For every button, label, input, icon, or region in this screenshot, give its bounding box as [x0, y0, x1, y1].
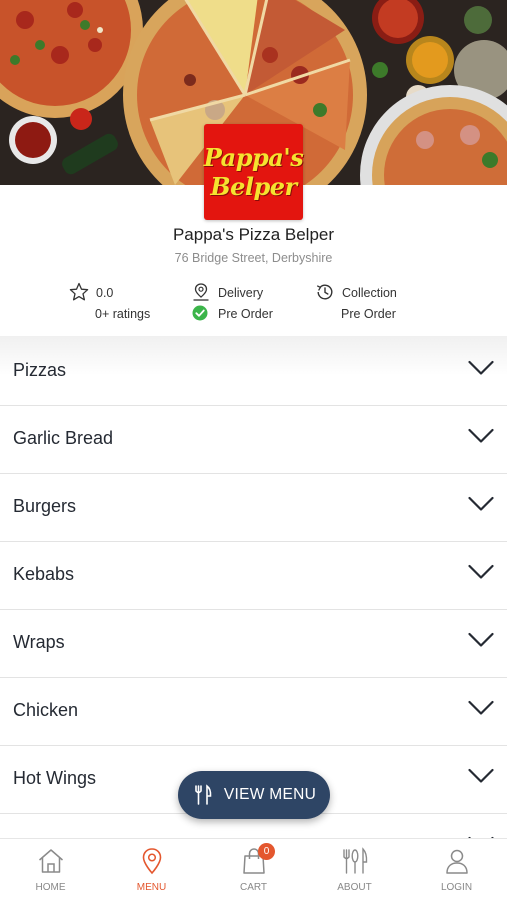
nav-menu[interactable]: MENU [101, 839, 202, 900]
chevron-down-icon[interactable] [468, 700, 494, 716]
logo-text-line1: Pappa's [203, 143, 304, 172]
restaurant-logo: Pappa's Belper [203, 124, 304, 220]
category-label: Hot Wings [13, 768, 97, 788]
nav-menu-label: MENU [136, 882, 167, 893]
chevron-down-icon[interactable] [468, 360, 494, 376]
bottom-nav: HOME MENU CART 0 ABOUT LOGIN [0, 838, 507, 900]
nav-home[interactable]: HOME [0, 839, 101, 900]
category-label: Kebabs [13, 564, 75, 584]
category-label: Pizzas [13, 360, 67, 380]
cutlery-icon [343, 847, 368, 874]
rating-count: 0+ ratings [95, 307, 151, 321]
restaurant-name: Pappa's Pizza Belper [172, 225, 335, 244]
nav-login-label: LOGIN [440, 882, 473, 893]
user-icon [446, 849, 468, 874]
cutlery-icon [195, 784, 212, 805]
chevron-down-icon[interactable] [468, 632, 494, 648]
logo-text-line2: Belper [210, 172, 297, 201]
collection-status: Pre Order [341, 307, 396, 321]
restaurant-address: 76 Bridge Street, Derbyshire [174, 251, 333, 265]
category-row-chicken[interactable]: Chicken [0, 678, 507, 746]
home-icon [39, 849, 63, 873]
star-icon [69, 282, 89, 301]
view-menu-button[interactable]: VIEW MENU [178, 771, 330, 819]
rating-value: 0.0 [96, 286, 114, 300]
nav-home-label: HOME [35, 882, 66, 893]
chevron-down-icon[interactable] [468, 428, 494, 444]
category-row-burgers[interactable]: Burgers [0, 474, 507, 542]
category-row-kebabs[interactable]: Kebabs [0, 542, 507, 610]
delivery-label: Delivery [218, 286, 264, 300]
clock-history-icon [316, 284, 333, 300]
map-pin-icon [142, 848, 162, 875]
nav-login[interactable]: LOGIN [406, 839, 507, 900]
delivery-status: Pre Order [218, 307, 273, 321]
category-label: Burgers [13, 496, 77, 516]
nav-cart-label: CART [239, 882, 268, 893]
chevron-down-icon[interactable] [468, 768, 494, 784]
category-row-wraps[interactable]: Wraps [0, 610, 507, 678]
category-row-pizzas[interactable]: Pizzas [0, 338, 507, 406]
collection-label: Collection [342, 286, 397, 300]
view-menu-label: VIEW MENU [223, 786, 317, 803]
nav-about-label: ABOUT [337, 882, 372, 893]
chevron-down-icon[interactable] [468, 564, 494, 580]
nav-about[interactable]: ABOUT [304, 839, 405, 900]
check-circle-icon [192, 305, 208, 321]
nav-cart[interactable]: CART [203, 839, 304, 900]
cart-count-badge: 0 [258, 843, 275, 860]
category-label: Chicken [13, 700, 79, 720]
category-row-garlic-bread[interactable]: Garlic Bread [0, 406, 507, 474]
chevron-down-icon[interactable] [468, 496, 494, 512]
category-label: Wraps [13, 632, 65, 652]
category-label: Garlic Bread [13, 428, 114, 448]
location-pin-icon [193, 283, 209, 301]
